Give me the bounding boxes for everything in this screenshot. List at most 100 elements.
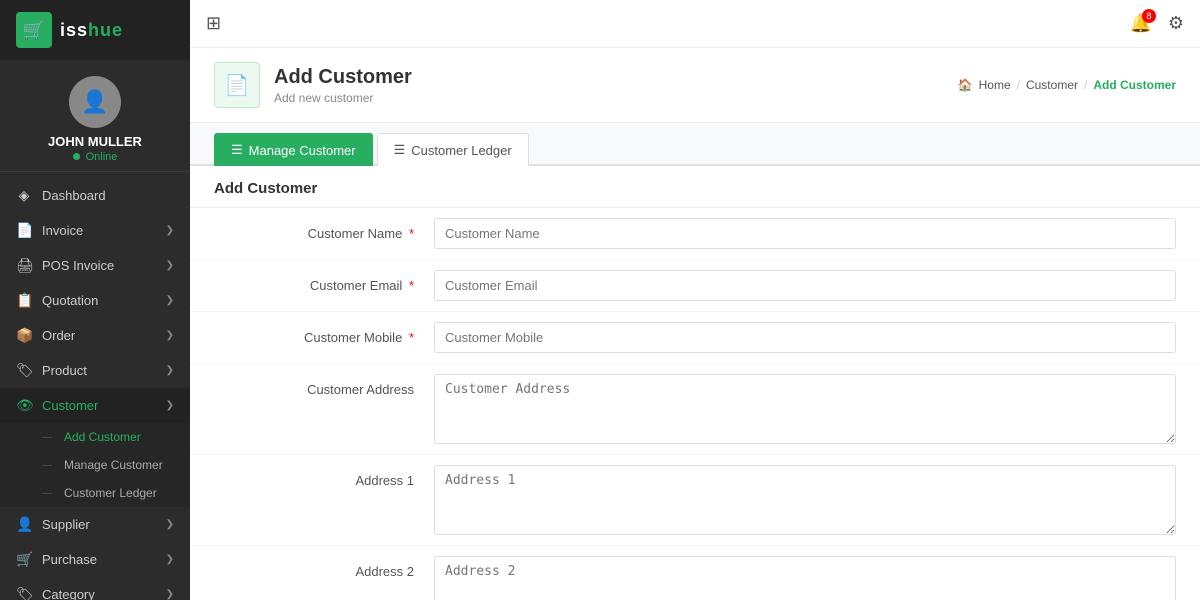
sidebar-item-order[interactable]: 📦 Order ❯	[0, 318, 190, 353]
sidebar-item-pos-invoice[interactable]: 🖨 POS Invoice ❯	[0, 248, 190, 283]
breadcrumb-home[interactable]: Home	[979, 78, 1011, 92]
sidebar-item-quotation[interactable]: 📋 Quotation ❯	[0, 283, 190, 318]
label-customer-mobile: Customer Mobile *	[214, 322, 434, 345]
textarea-address-1[interactable]	[434, 465, 1176, 535]
sidebar-item-dashboard[interactable]: ◈ Dashboard	[0, 178, 190, 213]
label-address-2: Address 2	[214, 556, 434, 579]
topbar-right: 🔔 8 ⚙	[1129, 13, 1184, 34]
chevron-icon: ❯	[166, 225, 174, 236]
quotation-icon: 📋	[16, 292, 32, 309]
sidebar-item-category[interactable]: 🏷 Category ❯	[0, 577, 190, 600]
chevron-icon: ❯	[166, 589, 174, 600]
tab-manage-customer[interactable]: ☰ Manage Customer	[214, 133, 373, 166]
form-row-customer-name: Customer Name *	[190, 208, 1200, 260]
pos-icon: 🖨	[16, 257, 32, 274]
home-icon: 🏠	[958, 78, 973, 92]
textarea-address-2[interactable]	[434, 556, 1176, 600]
logo-text: isshue	[60, 20, 123, 41]
page-icon: 📄	[214, 62, 260, 108]
required-star: *	[409, 330, 414, 345]
required-star: *	[409, 278, 414, 293]
required-star: *	[409, 226, 414, 241]
content-area: 📄 Add Customer Add new customer 🏠 Home /…	[190, 48, 1200, 600]
bell-wrap[interactable]: 🔔 8	[1129, 13, 1151, 34]
sidebar-logo[interactable]: 🛒 isshue	[0, 0, 190, 60]
chevron-down-icon: ❯	[166, 400, 174, 411]
tabs-bar: ☰ Manage Customer ☰ Customer Ledger	[190, 123, 1200, 166]
order-icon: 📦	[16, 327, 32, 344]
product-icon: 🏷	[16, 362, 32, 379]
sidebar-item-label: Product	[42, 363, 156, 378]
sidebar-item-label: Purchase	[42, 552, 156, 567]
form-section-title: Add Customer	[190, 166, 1200, 208]
sidebar-item-invoice[interactable]: 📄 Invoice ❯	[0, 213, 190, 248]
user-status: Online	[73, 151, 118, 163]
sidebar-item-label: Supplier	[42, 517, 156, 532]
form-row-customer-mobile: Customer Mobile *	[190, 312, 1200, 364]
sidebar-item-product[interactable]: 🏷 Product ❯	[0, 353, 190, 388]
input-customer-mobile[interactable]	[434, 322, 1176, 353]
page-header-left: 📄 Add Customer Add new customer	[214, 62, 412, 108]
label-address-1: Address 1	[214, 465, 434, 488]
sidebar-item-label: Order	[42, 328, 156, 343]
sidebar-item-label: POS Invoice	[42, 258, 156, 273]
gear-icon[interactable]: ⚙	[1168, 13, 1184, 34]
sidebar-item-label: Quotation	[42, 293, 156, 308]
page-title-group: Add Customer Add new customer	[274, 66, 412, 105]
user-profile: 👤 JOHN MULLER Online	[0, 60, 190, 172]
form-section: Add Customer Customer Name * Customer Em…	[190, 166, 1200, 600]
sidebar-item-label: Customer	[42, 398, 156, 413]
page-header: 📄 Add Customer Add new customer 🏠 Home /…	[190, 48, 1200, 123]
label-customer-address: Customer Address	[214, 374, 434, 397]
status-dot	[73, 153, 80, 160]
chevron-icon: ❯	[166, 295, 174, 306]
nav-menu: ◈ Dashboard 📄 Invoice ❯ 🖨 POS Invoice ❯ …	[0, 172, 190, 600]
sidebar-item-label: Dashboard	[42, 188, 174, 203]
topbar: ⊞ 🔔 8 ⚙	[190, 0, 1200, 48]
chevron-icon: ❯	[166, 365, 174, 376]
chevron-icon: ❯	[166, 260, 174, 271]
sidebar-item-label: Category	[42, 587, 156, 600]
breadcrumb-sep: /	[1084, 78, 1087, 92]
breadcrumb-sep: /	[1017, 78, 1020, 92]
sidebar-item-customer[interactable]: 👁 Customer ❯	[0, 388, 190, 423]
chevron-icon: ❯	[166, 330, 174, 341]
page-title: Add Customer	[274, 66, 412, 89]
category-icon: 🏷	[16, 586, 32, 600]
input-customer-name[interactable]	[434, 218, 1176, 249]
label-customer-name: Customer Name *	[214, 218, 434, 241]
sidebar-item-label: Invoice	[42, 223, 156, 238]
form-row-customer-address: Customer Address	[190, 364, 1200, 455]
textarea-customer-address[interactable]	[434, 374, 1176, 444]
chevron-icon: ❯	[166, 554, 174, 565]
avatar: 👤	[69, 76, 121, 128]
tab-icon: ☰	[231, 142, 243, 158]
breadcrumb-customer[interactable]: Customer	[1026, 78, 1078, 92]
bell-badge: 8	[1142, 9, 1156, 23]
form-row-customer-email: Customer Email *	[190, 260, 1200, 312]
label-customer-email: Customer Email *	[214, 270, 434, 293]
sidebar-item-purchase[interactable]: 🛒 Purchase ❯	[0, 542, 190, 577]
form-row-address-1: Address 1	[190, 455, 1200, 546]
submenu-item-add-customer[interactable]: Add Customer	[0, 423, 190, 451]
submenu-item-manage-customer[interactable]: Manage Customer	[0, 451, 190, 479]
form-row-address-2: Address 2	[190, 546, 1200, 600]
submenu-item-customer-ledger[interactable]: Customer Ledger	[0, 479, 190, 507]
input-customer-email[interactable]	[434, 270, 1176, 301]
chevron-icon: ❯	[166, 519, 174, 530]
customer-icon: 👁	[16, 397, 32, 414]
tab-customer-ledger[interactable]: ☰ Customer Ledger	[377, 133, 529, 166]
sidebar-item-supplier[interactable]: 👤 Supplier ❯	[0, 507, 190, 542]
logo-icon: 🛒	[16, 12, 52, 48]
grid-menu-icon[interactable]: ⊞	[206, 13, 221, 34]
user-name: JOHN MULLER	[48, 134, 142, 149]
purchase-icon: 🛒	[16, 551, 32, 568]
main-area: ⊞ 🔔 8 ⚙ 📄 Add Customer Add new customer …	[190, 0, 1200, 600]
page-subtitle: Add new customer	[274, 91, 412, 105]
breadcrumb-current: Add Customer	[1093, 78, 1176, 92]
breadcrumb: 🏠 Home / Customer / Add Customer	[958, 78, 1176, 92]
tab-icon: ☰	[394, 142, 406, 158]
dashboard-icon: ◈	[16, 187, 32, 204]
invoice-icon: 📄	[16, 222, 32, 239]
customer-submenu: Add Customer Manage Customer Customer Le…	[0, 423, 190, 507]
